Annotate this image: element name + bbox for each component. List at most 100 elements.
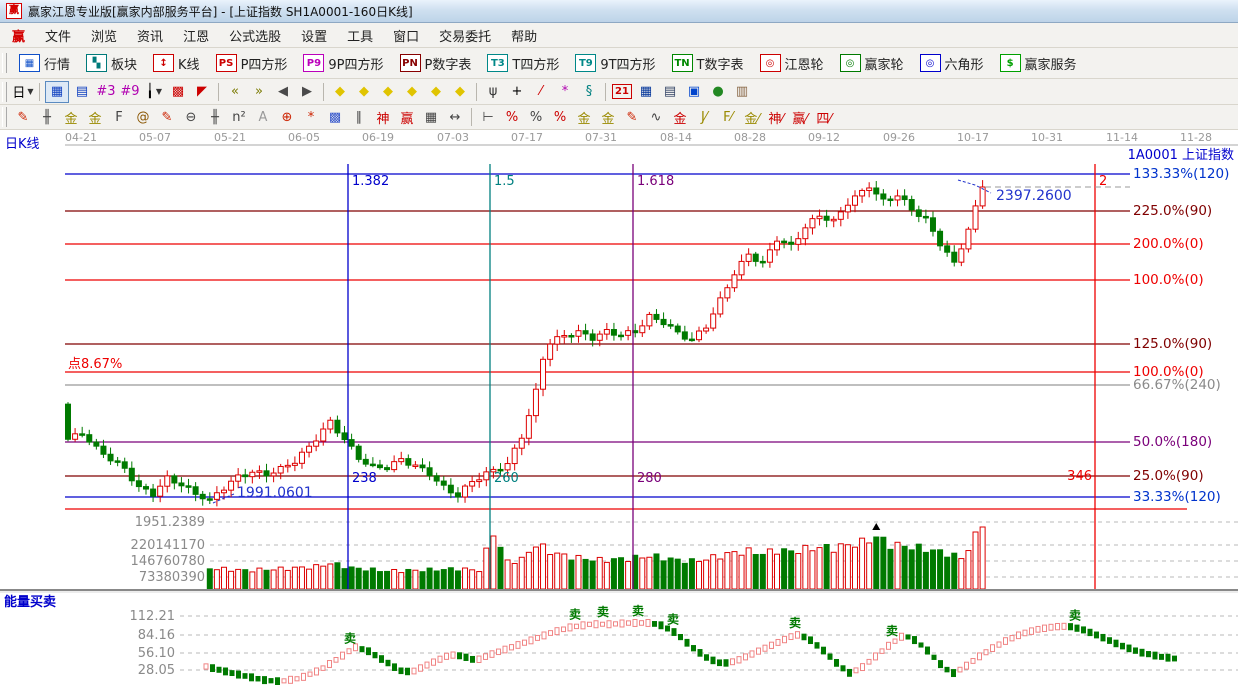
- save-button[interactable]: ▣: [683, 82, 705, 102]
- circle-grid-button[interactable]: ⊖: [180, 107, 202, 127]
- candle-body: [746, 254, 751, 261]
- winner-service-icon: $: [1000, 54, 1021, 72]
- gann-diamond-compress-button[interactable]: ◆: [401, 82, 423, 102]
- gold-circle-button[interactable]: 金: [573, 107, 595, 127]
- grid-lines-button[interactable]: ╫: [36, 107, 58, 127]
- gann-diamond-all-button[interactable]: ◆: [425, 82, 447, 102]
- toolbar-button-p-square[interactable]: PSP四方形: [208, 51, 296, 75]
- web-tool-button[interactable]: *: [554, 82, 576, 102]
- volume-bar: [746, 548, 751, 589]
- gann-diamond-right-button[interactable]: ◆: [329, 82, 351, 102]
- k-count-lines-button[interactable]: ∥: [348, 107, 370, 127]
- toolbar-button-winner-wheel[interactable]: ◎赢家轮: [832, 51, 912, 75]
- last-page-button[interactable]: »: [248, 82, 270, 102]
- gann-diamond-expand-button[interactable]: ◆: [377, 82, 399, 102]
- notepad-button[interactable]: ▤: [659, 82, 681, 102]
- toolbar-button-winner-service[interactable]: $赢家服务: [992, 51, 1085, 75]
- wave-tool-button[interactable]: ∿: [645, 107, 667, 127]
- menu-item-6[interactable]: 工具: [337, 26, 383, 45]
- color-flag-button[interactable]: ◤: [191, 82, 213, 102]
- toolbar-button-hexagon[interactable]: ◎六角形: [912, 51, 992, 75]
- gann-hline-label: 125.0%(90): [1133, 336, 1212, 352]
- menu-item-8[interactable]: 交易委托: [429, 26, 501, 45]
- toolbar-button-sectors[interactable]: ▚板块: [78, 51, 145, 75]
- angle-si-button[interactable]: 四⁄: [813, 107, 835, 127]
- angle-shen-button[interactable]: 神⁄: [765, 107, 787, 127]
- indicator-mark: [692, 646, 696, 651]
- indicator-mark: [510, 645, 514, 650]
- ying-tool-button[interactable]: 赢: [396, 107, 418, 127]
- circle-cross-button[interactable]: ⊕: [276, 107, 298, 127]
- chart-area[interactable]: 04-2105-0705-2106-0506-1907-0307-1707-31…: [0, 130, 1238, 685]
- menu-item-4[interactable]: 公式选股: [219, 26, 291, 45]
- toolbar-button-9t-square[interactable]: T99T四方形: [567, 51, 663, 75]
- angle-f-button[interactable]: F⁄: [717, 107, 739, 127]
- ruler-123-button[interactable]: ▦: [420, 107, 442, 127]
- candle-style-dropdown-button[interactable]: ╽▼: [143, 82, 165, 102]
- menu-item-7[interactable]: 窗口: [383, 26, 429, 45]
- candle-body: [867, 188, 872, 190]
- hand-tool-button[interactable]: ψ: [482, 82, 504, 102]
- angle-measure-button[interactable]: ⁄: [530, 82, 552, 102]
- info-panel-button[interactable]: ▤: [71, 82, 93, 102]
- menu-item-3[interactable]: 江恩: [173, 26, 219, 45]
- width-measure-button[interactable]: ↔: [444, 107, 466, 127]
- indicator-mark: [893, 639, 897, 643]
- line-grid-button[interactable]: ╫: [204, 107, 226, 127]
- candle-body: [753, 254, 758, 261]
- calculator-button[interactable]: ▦: [635, 82, 657, 102]
- fib-grid-button[interactable]: F: [108, 107, 130, 127]
- angle-ying-button[interactable]: 赢⁄: [789, 107, 811, 127]
- angle-j-button[interactable]: J⁄: [693, 107, 715, 127]
- pattern-box-button[interactable]: ▩: [167, 82, 189, 102]
- first-page-button[interactable]: «: [224, 82, 246, 102]
- toolbar-button-t-number-table[interactable]: TNT数字表: [664, 51, 752, 75]
- pen-tool-button[interactable]: ✎: [12, 107, 34, 127]
- next-page-button[interactable]: ▶: [296, 82, 318, 102]
- title-bar[interactable]: 赢 赢家江恩专业版[赢家内部服务平台] - [上证指数 SH1A0001-160…: [0, 0, 1238, 23]
- menu-item-2[interactable]: 资讯: [127, 26, 173, 45]
- toolbar-button-quotes[interactable]: ▦行情: [11, 51, 78, 75]
- gann-diamond-fit-button[interactable]: ◆: [449, 82, 471, 102]
- network-button[interactable]: ●: [707, 82, 729, 102]
- gann-diamond-left-button[interactable]: ◆: [353, 82, 375, 102]
- candle-body: [250, 472, 255, 476]
- menu-item-1[interactable]: 浏览: [81, 26, 127, 45]
- gold-grid-2-button[interactable]: 金: [84, 107, 106, 127]
- angle-gold-button[interactable]: 金⁄: [741, 107, 763, 127]
- toolbar-button-9p-square[interactable]: P99P四方形: [295, 51, 391, 75]
- pattern-teal-button[interactable]: §: [578, 82, 600, 102]
- menu-item-9[interactable]: 帮助: [501, 26, 547, 45]
- toolbar-button-t-square[interactable]: T3T四方形: [479, 51, 567, 75]
- gold-grid-1-button[interactable]: 金: [60, 107, 82, 127]
- pen-tool-2-button[interactable]: ✎: [156, 107, 178, 127]
- indicator-mark: [1108, 638, 1112, 644]
- bars-9-button[interactable]: #9: [119, 82, 141, 102]
- gold-band-button[interactable]: 金: [669, 107, 691, 127]
- scale-ruler-button[interactable]: ⊢: [477, 107, 499, 127]
- toolbar-button-p-number-table[interactable]: PNP数字表: [392, 51, 480, 75]
- spider-web-1-button[interactable]: *: [300, 107, 322, 127]
- crosshair-tool-button[interactable]: +: [506, 82, 528, 102]
- chart-window-button[interactable]: ▦: [45, 81, 69, 103]
- toolbar-button-gann-wheel[interactable]: ◎江恩轮: [752, 51, 832, 75]
- kline-chart-svg[interactable]: 04-2105-0705-2106-0506-1907-0307-1707-31…: [0, 130, 1238, 685]
- percent-underline-button[interactable]: %: [549, 107, 571, 127]
- bars-3-button[interactable]: #3: [95, 82, 117, 102]
- percent-tool-1-button[interactable]: %: [501, 107, 523, 127]
- menu-item-0[interactable]: 文件: [35, 26, 81, 45]
- spiral-tool-button[interactable]: @: [132, 107, 154, 127]
- brush-tool-button[interactable]: ✎: [621, 107, 643, 127]
- square-n2-button[interactable]: n²: [228, 107, 250, 127]
- send-button[interactable]: ▥: [731, 82, 753, 102]
- shen-tool-button[interactable]: 神: [372, 107, 394, 127]
- menu-item-5[interactable]: 设置: [291, 26, 337, 45]
- calendar-button[interactable]: 21: [611, 82, 633, 102]
- period-day-dropdown-button[interactable]: 日▼: [12, 82, 34, 102]
- toolbar-button-kline[interactable]: ↕K线: [145, 51, 208, 75]
- prev-page-button[interactable]: ◀: [272, 82, 294, 102]
- percent-tool-2-button[interactable]: %: [525, 107, 547, 127]
- angle-mirror-button[interactable]: A: [252, 107, 274, 127]
- spider-web-2-button[interactable]: ▩: [324, 107, 346, 127]
- gold-lines-button[interactable]: 金: [597, 107, 619, 127]
